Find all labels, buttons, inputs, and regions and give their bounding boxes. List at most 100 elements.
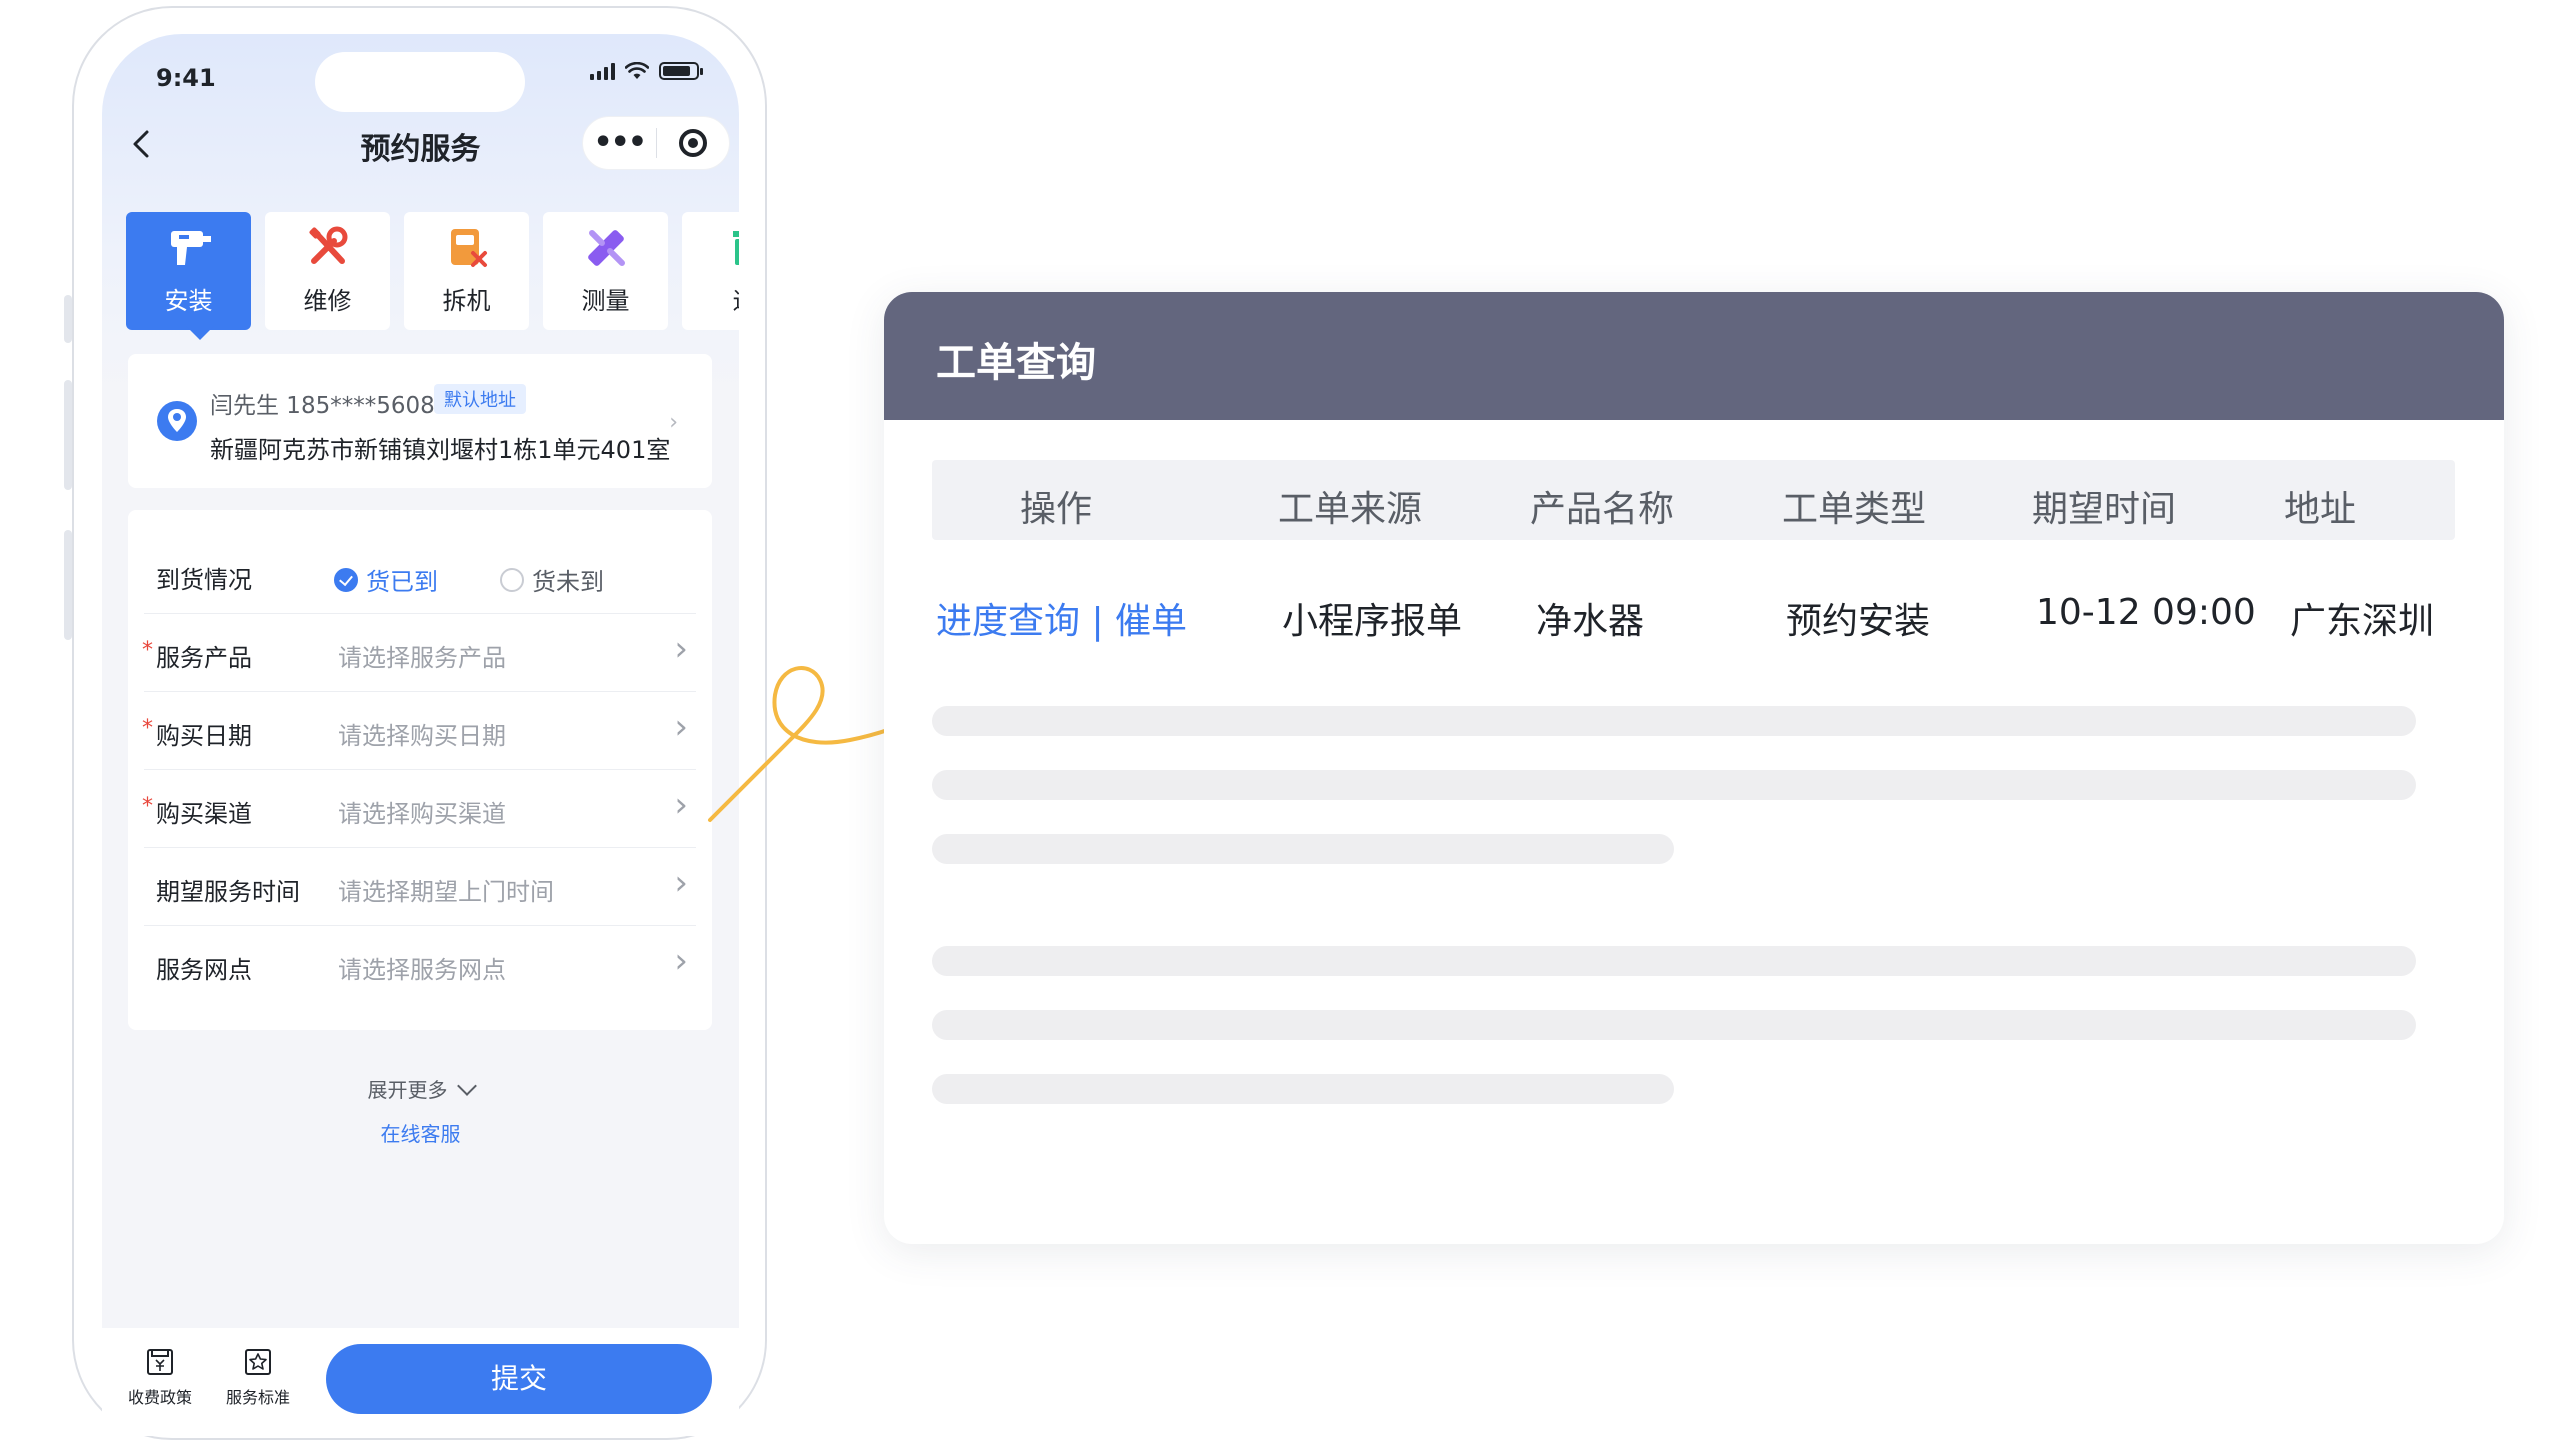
not-arrived-radio[interactable]: 货未到 [500,562,604,597]
online-service-link[interactable]: 在线客服 [102,1118,739,1147]
tab-repair-label: 维修 [303,287,352,315]
service-outlet-label: 服务网点 [156,956,252,984]
required-mark: * [142,638,153,663]
service-standard-button[interactable]: 服务标准 [198,1346,318,1408]
signal-icon [590,62,615,80]
column-header-time: 期望时间 [2032,489,2177,530]
service-standard-label: 服务标准 [225,1388,290,1407]
arrived-radio[interactable]: 货已到 [334,562,438,597]
submit-button[interactable]: 提交 [326,1344,712,1414]
chevron-right-icon: › [669,410,678,435]
required-mark: * [142,794,153,819]
active-tab-pointer [186,326,214,340]
chevron-right-icon: › [674,629,688,669]
skeleton-line [932,1074,1674,1104]
service-product-placeholder: 请选择服务产品 [338,644,506,672]
panel-title: 工单查询 [884,292,2504,420]
expand-more-toggle[interactable]: 展开更多 [102,1074,739,1103]
service-product-label: 服务产品 [156,644,252,672]
status-time: 9:41 [156,64,216,92]
skeleton-line [932,706,2416,736]
location-pin-icon [157,401,197,441]
skeleton-line [932,946,2416,976]
expected-time-placeholder: 请选择期望上门时间 [338,878,554,906]
chevron-right-icon: › [674,863,688,903]
column-header-action: 操作 [1020,489,1093,530]
service-outlet-row[interactable]: 服务网点 请选择服务网点 › [144,926,696,1004]
arrival-status-row: 到货情况 货已到 货未到 [144,536,696,614]
status-icons [590,62,703,80]
phone-volume-down-button [64,530,72,640]
purchase-channel-label: 购买渠道 [156,800,252,828]
tab-repair[interactable]: 维修 [265,212,390,330]
not-arrived-radio-label: 货未到 [532,568,604,596]
expected-time-label: 期望服务时间 [156,878,300,906]
star-badge-icon [245,1349,271,1375]
work-order-panel: 工单查询 操作 工单来源 产品名称 工单类型 期望时间 地址 进度查询 | 催单… [884,292,2504,1244]
cell-type: 预约安装 [1786,601,1931,642]
chevron-right-icon: › [674,707,688,747]
required-mark: * [142,716,153,741]
address-detail: 新疆阿克苏市新铺镇刘堰村1栋1单元401室 [210,436,671,464]
service-tabs: 安装 维修 拆机 测量 [126,212,739,332]
chevron-right-icon: › [674,941,688,981]
target-close-icon [678,129,707,157]
fee-document-icon [147,1349,173,1375]
tab-install[interactable]: 安装 [126,212,251,330]
chevron-right-icon: › [674,785,688,825]
column-header-address: 地址 [2284,489,2357,530]
expected-time-row[interactable]: 期望服务时间 请选择期望上门时间 › [144,848,696,926]
drill-icon [170,231,211,265]
unchecked-radio-icon [500,567,524,592]
cell-address: 广东深圳 [2290,601,2435,642]
progress-urge-link[interactable]: 进度查询 | 催单 [936,592,1187,644]
tab-install-label: 安装 [164,287,213,315]
dismantle-icon [450,229,487,267]
cell-time: 10-12 09:00 [2036,592,2256,633]
tools-icon [308,226,347,264]
tab-dismantle[interactable]: 拆机 [404,212,529,330]
bottom-action-bar: 收费政策 服务标准 提交 [102,1328,739,1436]
tab-measure[interactable]: 测量 [543,212,668,330]
checked-radio-icon [334,567,358,592]
ruler-pencil-icon [587,230,625,266]
cell-product: 净水器 [1536,601,1645,642]
tab-return-label: 退 [733,281,740,316]
arrival-status-label: 到货情况 [156,566,252,594]
phone-side-button [64,295,72,343]
address-card[interactable]: 闫先生 185****5608 默认地址 新疆阿克苏市新铺镇刘堰村1栋1单元40… [128,354,712,488]
service-form: 到货情况 货已到 货未到 * 服务产品 请选择服务产品 › * 购买日期 请选择… [128,510,712,1030]
bin-icon [732,231,739,265]
cell-source: 小程序报单 [1282,601,1463,642]
dynamic-island [315,52,525,112]
purchase-channel-row[interactable]: * 购买渠道 请选择购买渠道 › [142,770,696,848]
tab-measure-label: 测量 [581,287,630,315]
skeleton-line [932,770,2416,800]
arrived-radio-label: 货已到 [366,568,438,596]
wifi-icon [625,62,649,79]
tab-dismantle-label: 拆机 [442,287,491,315]
service-product-row[interactable]: * 服务产品 请选择服务产品 › [142,614,696,692]
tab-return[interactable]: 退 [682,212,739,330]
contact-name-phone: 闫先生 185****5608 [210,393,435,419]
column-header-source: 工单来源 [1278,489,1423,530]
mini-program-capsule: ••• [582,116,730,170]
table-header [932,460,2455,540]
skeleton-line [932,1010,2416,1040]
phone-screen: 9:41 预约服务 ••• 安装 维修 拆机 测量 闫先生 185****560… [102,34,739,1436]
skeleton-line [932,834,1674,864]
column-header-type: 工单类型 [1782,489,1927,530]
close-mini-program-button[interactable] [657,129,730,157]
chevron-down-icon [456,1076,477,1096]
expand-more-label: 展开更多 [367,1078,448,1102]
more-dots-icon[interactable]: ••• [583,116,656,170]
phone-volume-up-button [64,380,72,490]
purchase-date-label: 购买日期 [156,722,252,750]
battery-icon [659,62,703,80]
purchase-channel-placeholder: 请选择购买渠道 [338,800,506,828]
purchase-date-placeholder: 请选择购买日期 [338,722,506,750]
fee-policy-label: 收费政策 [127,1388,192,1407]
column-header-product: 产品名称 [1530,489,1675,530]
service-outlet-placeholder: 请选择服务网点 [338,956,506,984]
purchase-date-row[interactable]: * 购买日期 请选择购买日期 › [142,692,696,770]
